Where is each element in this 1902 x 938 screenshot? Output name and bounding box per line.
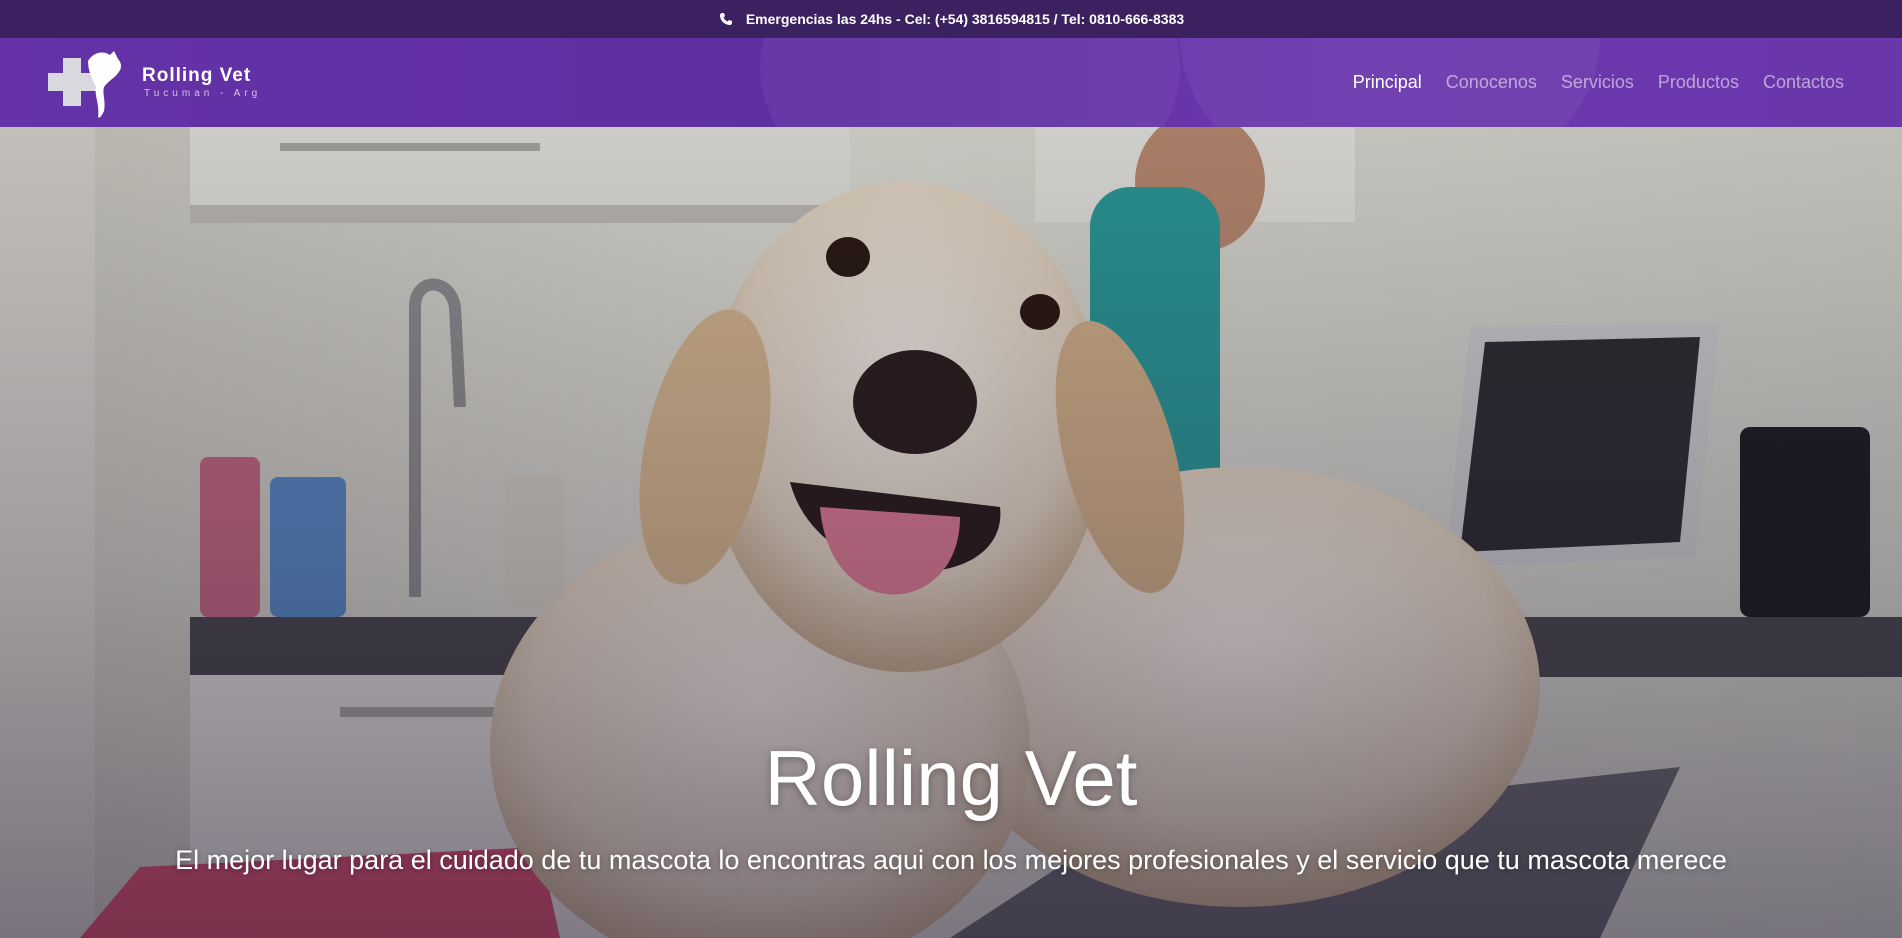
emergency-bar: Emergencias las 24hs - Cel: (+54) 381659… (0, 0, 1902, 38)
brand-logo[interactable]: Rolling Vet Tucuman - Arg (48, 45, 261, 121)
brand-name: Rolling Vet (142, 65, 252, 86)
hero-subtitle: El mejor lugar para el cuidado de tu mas… (175, 845, 1727, 875)
main-nav: Principal Conocenos Servicios Productos … (1353, 72, 1844, 93)
hero-section: Rolling Vet El mejor lugar para el cuida… (0, 127, 1902, 938)
hero-title: Rolling Vet (764, 734, 1138, 822)
nav-item-conocenos[interactable]: Conocenos (1446, 72, 1537, 93)
navbar: Rolling Vet Tucuman - Arg Principal Cono… (0, 38, 1902, 127)
emergency-text: Emergencias las 24hs - Cel: (+54) 381659… (745, 11, 1185, 27)
nav-item-contactos[interactable]: Contactos (1763, 72, 1844, 93)
nav-item-productos[interactable]: Productos (1658, 72, 1739, 93)
cross-dog-cat-logo-icon (48, 50, 121, 118)
brand-subtitle: Tucuman - Arg (144, 88, 262, 99)
nav-item-servicios[interactable]: Servicios (1561, 72, 1634, 93)
nav-item-principal[interactable]: Principal (1353, 72, 1422, 93)
phone-icon (718, 11, 734, 27)
